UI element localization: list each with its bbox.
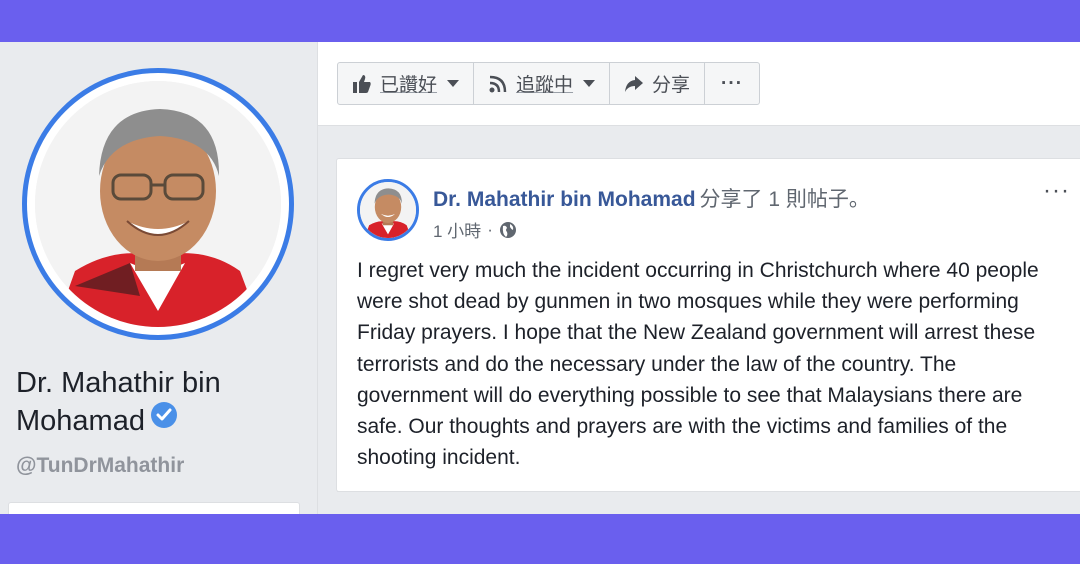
main-feed-area: 已讚好 追蹤中 分享 ··· Dr. Mahathir bin Mohamad …	[318, 42, 1080, 514]
profile-name-text: Dr. Mahathir bin Mohamad	[16, 367, 221, 437]
post-divider	[337, 491, 1080, 492]
verified-badge-icon	[150, 402, 177, 428]
post-timestamp[interactable]: 1 小時	[433, 217, 481, 242]
following-dropdown-caret-icon	[583, 80, 596, 87]
page-actions-card: 已讚好 追蹤中 分享 ···	[318, 42, 1080, 126]
post-header-line: Dr. Mahathir bin Mohamad 分享了 1 則帖子。	[433, 183, 870, 213]
profile-handle[interactable]: @TunDrMahathir	[16, 454, 184, 478]
meta-separator: ·	[487, 219, 493, 239]
facebook-page-screen: Dr. Mahathir bin Mohamad @TunDrMahathir …	[0, 42, 1080, 514]
rss-follow-icon	[488, 74, 508, 94]
following-button[interactable]: 追蹤中	[474, 63, 611, 104]
post-options-button[interactable]: ···	[1043, 179, 1070, 203]
globe-icon[interactable]	[499, 221, 517, 239]
share-button[interactable]: 分享	[610, 63, 706, 104]
post-author-avatar[interactable]	[357, 179, 419, 241]
more-dots-icon: ···	[721, 72, 744, 94]
more-options-button[interactable]: ···	[705, 63, 759, 104]
profile-avatar[interactable]	[22, 68, 294, 340]
like-thumb-icon	[352, 74, 372, 94]
top-frame-band	[0, 0, 1080, 42]
profile-name[interactable]: Dr. Mahathir bin Mohamad	[16, 364, 306, 440]
post-body-text: I regret very much the incident occurrin…	[357, 259, 1039, 470]
post-shared-text: 分享了 1 則帖子。	[699, 188, 870, 211]
share-arrow-icon	[624, 74, 644, 94]
bottom-frame-band	[0, 514, 1080, 564]
post-card: Dr. Mahathir bin Mohamad 分享了 1 則帖子。 1 小時 …	[336, 158, 1080, 492]
share-label: 分享	[652, 75, 691, 96]
liked-button[interactable]: 已讚好	[338, 63, 475, 104]
liked-label: 已讚好	[380, 75, 438, 96]
post-avatar-illustration	[360, 182, 416, 238]
following-label: 追蹤中	[516, 75, 574, 96]
left-card-stub	[8, 502, 300, 514]
portrait-illustration	[35, 81, 281, 327]
left-profile-column: Dr. Mahathir bin Mohamad @TunDrMahathir	[0, 42, 318, 514]
page-action-bar: 已讚好 追蹤中 分享 ···	[337, 62, 761, 105]
liked-dropdown-caret-icon	[447, 80, 460, 87]
post-author-link[interactable]: Dr. Mahathir bin Mohamad	[433, 188, 696, 211]
post-meta: 1 小時 ·	[433, 217, 517, 242]
profile-photo	[35, 81, 281, 327]
